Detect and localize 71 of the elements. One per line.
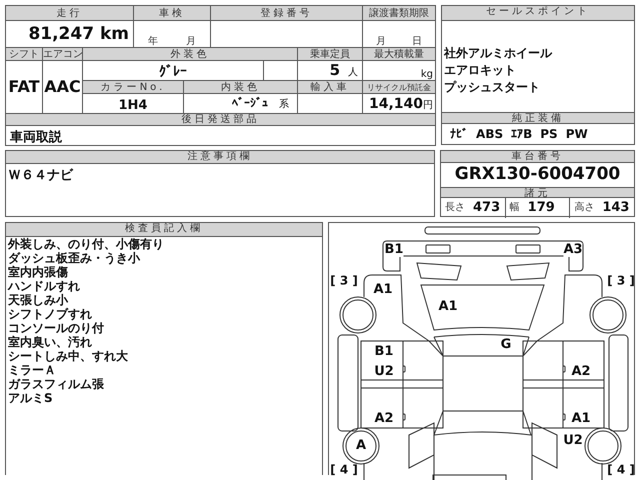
header-cell: 注意事項欄 xyxy=(6,151,434,164)
inspector-note-text: アルミS xyxy=(8,391,54,405)
spec-label: 長さ xyxy=(445,201,465,216)
inspector-note-text: 天張しみ小 xyxy=(8,293,70,307)
inspector-note-text: 室内臭い、汚れ xyxy=(8,335,93,349)
note-text: Ｗ６４ナビ xyxy=(8,167,74,185)
capacity-unit: 人 xyxy=(348,68,358,78)
inspector-note-text: ハンドルすれ xyxy=(8,279,81,293)
header-cell: 輸入車 xyxy=(298,80,363,94)
spec-value: 143 xyxy=(602,199,630,217)
inspector-note-text: コンソールのり付 xyxy=(8,321,105,335)
header-cell: 純正装備 xyxy=(442,112,634,124)
header-cell: 譲渡書類期限 xyxy=(362,6,436,20)
header-cell: セールスポイント xyxy=(442,6,634,21)
zone-label: [ 3 ] xyxy=(330,274,358,288)
exterior-color-value: ｸﾞﾚｰ xyxy=(159,64,187,80)
header-cell: 外装色 xyxy=(82,48,298,60)
max-load-unit: kg xyxy=(420,69,434,80)
header-cell: エアコン xyxy=(42,48,82,60)
header-cell: 登録番号 xyxy=(210,6,363,20)
header-cell: 後日発送部品 xyxy=(6,114,436,126)
header-cell: 走行 xyxy=(6,6,134,20)
mileage-value: 81,247 km xyxy=(28,24,129,44)
zone-label: [ 4 ] xyxy=(607,464,635,476)
zone-label: [ 4 ] xyxy=(330,464,358,476)
inspector-note-text: ダッシュ板歪み・うき小 xyxy=(8,251,142,265)
aircon-value: AAC xyxy=(44,77,81,96)
equipment-text: ABS xyxy=(476,126,504,143)
sales-point-text: 社外アルミホイール xyxy=(444,45,554,62)
header-cell: リサイクル預託金 xyxy=(362,80,436,94)
inspector-note-text: 室内内張傷 xyxy=(8,265,69,279)
inspector-note-text: 外装しみ、のり付、小傷有り xyxy=(8,237,165,251)
month-unit: 月 xyxy=(376,37,386,47)
header-cell: シフト xyxy=(6,48,42,60)
inspector-note-text: シフトノブすれ xyxy=(8,307,93,321)
recycle-fee-value: 14,140 xyxy=(369,96,424,110)
capacity-value: 5 xyxy=(330,63,340,78)
color-number-value: 1H4 xyxy=(118,98,148,112)
chassis-number-value: GRX130-6004700 xyxy=(454,163,620,186)
inspector-note-text: ガラスフィルム張 xyxy=(8,377,105,391)
damage-code: A3 xyxy=(563,243,583,257)
shift-value: FAT xyxy=(8,77,40,96)
equipment-text: PS xyxy=(540,126,558,143)
header-cell: 検査員記入欄 xyxy=(6,223,322,237)
header-cell: 車台番号 xyxy=(441,151,634,163)
parts-to-follow-value: 車両取説 xyxy=(10,130,62,144)
day-unit: 日 xyxy=(412,37,422,47)
sales-point-text: プッシュスタート xyxy=(444,79,542,96)
header-cell: 乗車定員 xyxy=(298,48,363,60)
equipment-text: PW xyxy=(566,126,588,143)
year-unit: 年 xyxy=(148,37,158,47)
header-cell: カラーNo. xyxy=(82,80,184,94)
equipment-text: ｴｱB xyxy=(511,126,532,143)
spec-value: 473 xyxy=(473,199,500,217)
inspector-note-text: シートしみ中、すれ大 xyxy=(8,349,129,363)
interior-color-value: ﾍﾞｰｼﾞｭ xyxy=(232,97,268,109)
interior-color-suffix: 系 xyxy=(279,100,289,110)
inspector-note-text: ミラーＡ xyxy=(8,363,57,377)
sales-point-text: エアロキット xyxy=(444,62,518,79)
header-cell: 車検 xyxy=(134,6,210,20)
spec-value: 179 xyxy=(528,199,555,217)
spec-label: 高さ xyxy=(574,200,594,216)
header-cell: 内装色 xyxy=(184,80,298,94)
month-unit: 月 xyxy=(186,37,196,47)
damage-code: B1 xyxy=(384,243,404,257)
zone-label: [ 3 ] xyxy=(607,274,635,288)
equipment-text: ﾅﾋﾞ xyxy=(450,126,468,143)
yen-unit: 円 xyxy=(423,100,434,110)
header-cell: 諸元 xyxy=(441,187,634,198)
header-cell: 最大積載量 xyxy=(362,48,436,60)
spec-label: 幅 xyxy=(510,201,520,216)
